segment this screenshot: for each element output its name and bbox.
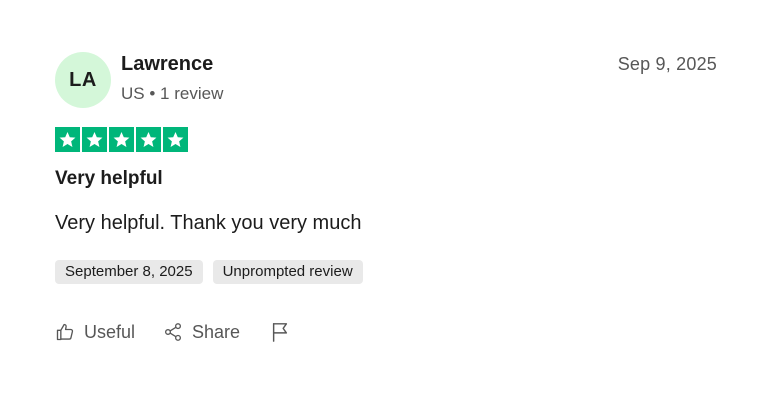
avatar-initials: LA (69, 68, 97, 91)
unprompted-review-tag[interactable]: Unprompted review (212, 260, 363, 284)
useful-button[interactable]: Useful (55, 322, 135, 343)
share-icon (163, 322, 183, 342)
share-button[interactable]: Share (163, 322, 240, 343)
reviewer-meta: US • 1 review (121, 84, 223, 104)
thumbs-up-icon (55, 322, 75, 342)
experience-date-tag: September 8, 2025 (55, 260, 203, 284)
review-title[interactable]: Very helpful (55, 168, 163, 190)
star-icon (55, 127, 80, 152)
star-icon (136, 127, 161, 152)
reviewer-name[interactable]: Lawrence (121, 53, 213, 76)
review-date: Sep 9, 2025 (617, 54, 717, 74)
review-text: Very helpful. Thank you very much (55, 212, 362, 234)
useful-label: Useful (84, 321, 136, 342)
meta-separator: • (149, 84, 156, 103)
star-icon (109, 127, 134, 152)
report-button[interactable] (270, 321, 290, 343)
review-count: 1 review (160, 84, 224, 103)
star-icon (82, 127, 107, 152)
share-label: Share (192, 321, 241, 342)
flag-icon (270, 321, 290, 343)
avatar[interactable]: LA (55, 52, 111, 108)
review-tags: September 8, 2025 Unprompted review (55, 260, 363, 284)
star-rating (55, 127, 188, 152)
reviewer-country: US (121, 84, 145, 103)
star-icon (163, 127, 188, 152)
review-actions: Useful Share (55, 321, 290, 343)
